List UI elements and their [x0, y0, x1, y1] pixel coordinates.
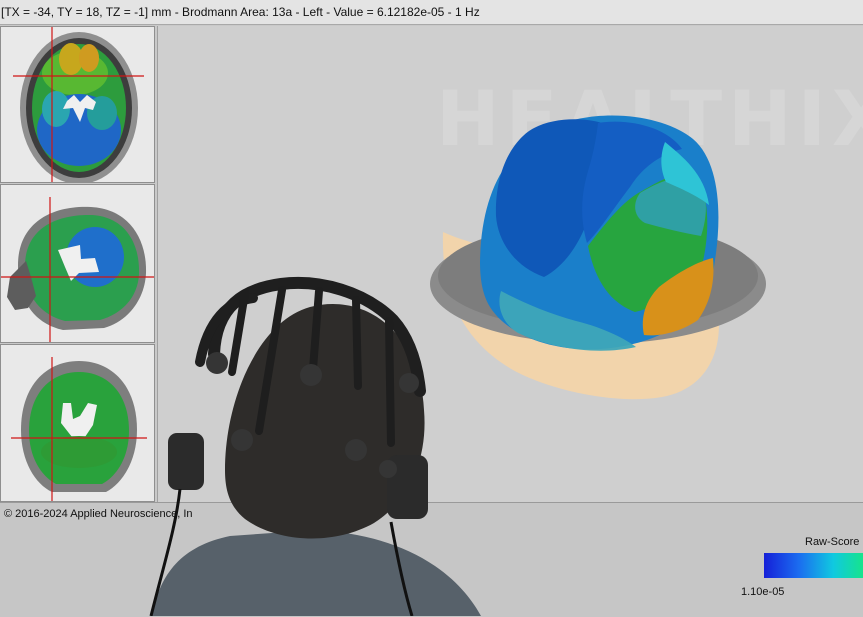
scale-min-value: 1.10e-05 — [741, 586, 785, 598]
coronal-slice-panel[interactable] — [0, 344, 155, 502]
raw-score-color-scale — [764, 553, 863, 578]
sagittal-slice-image — [1, 185, 154, 342]
copyright-text: © 2016-2024 Applied Neuroscience, In — [4, 508, 193, 520]
title-bar: [TX = -34, TY = 18, TZ = -1] mm - Brodma… — [0, 0, 863, 25]
scale-title: Raw-Score — [805, 536, 860, 548]
coordinate-readout: [TX = -34, TY = 18, TZ = -1] mm - Brodma… — [1, 5, 480, 19]
axial-slice-panel[interactable] — [0, 26, 155, 183]
3d-brain-viewport[interactable]: HEALTHIX — [157, 26, 863, 502]
axial-slice-image — [1, 27, 154, 182]
brain-model-3d — [430, 115, 766, 400]
coronal-slice-image — [1, 345, 154, 501]
sagittal-slice-panel[interactable] — [0, 184, 155, 343]
